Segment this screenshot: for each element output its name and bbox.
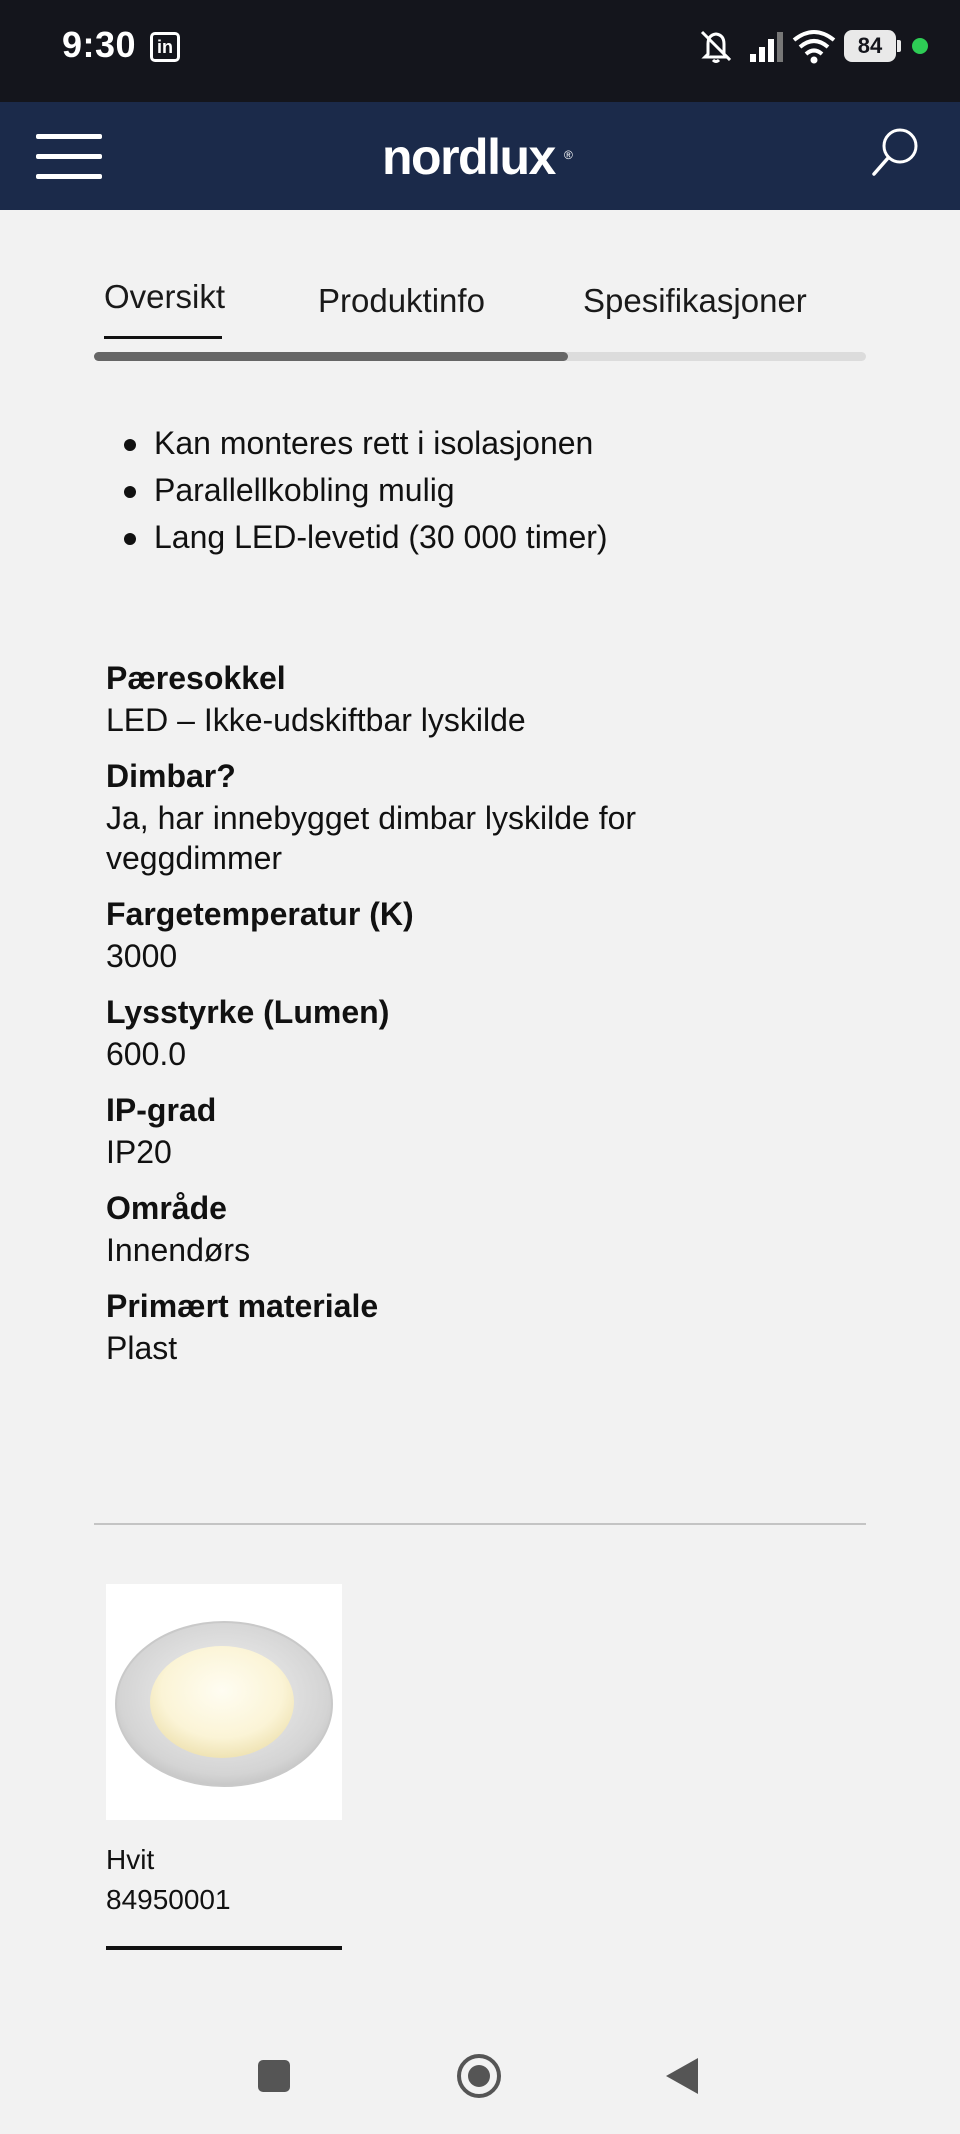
hamburger-menu-icon[interactable] <box>36 132 102 182</box>
battery-tip <box>897 40 901 52</box>
product-image[interactable] <box>106 1584 342 1820</box>
list-item: Kan monteres rett i isolasjonen <box>124 420 884 467</box>
spec-value: 3000 <box>106 938 178 974</box>
logo-registered-mark: ® <box>564 148 573 162</box>
downlight-image <box>115 1621 333 1787</box>
section-divider <box>94 1523 866 1525</box>
spec-item: Pæresokkel LED – Ikke-udskiftbar lyskild… <box>106 656 866 740</box>
spec-value: 600.0 <box>106 1036 187 1072</box>
spec-label: Primært materiale <box>106 1288 379 1324</box>
spec-item: Primært materiale Plast <box>106 1284 866 1368</box>
back-icon[interactable] <box>664 2056 700 2096</box>
spec-value: LED – Ikke-udskiftbar lyskilde <box>106 702 526 738</box>
list-item: Parallellkobling mulig <box>124 467 884 514</box>
search-icon[interactable] <box>868 124 924 180</box>
recents-icon[interactable] <box>256 2058 292 2094</box>
variant-sku: 84950001 <box>106 1884 231 1915</box>
spec-item: Dimbar? Ja, har innebygget dimbar lyskil… <box>106 754 866 878</box>
tab-oversikt[interactable]: Oversikt <box>104 278 225 316</box>
spec-value: Innendørs <box>106 1232 251 1268</box>
spec-value: Ja, har innebygget dimbar lyskilde for v… <box>106 800 637 876</box>
status-bar: 9:30 in 84 <box>0 0 960 102</box>
variant-card[interactable]: Hvit 84950001 <box>106 1584 342 1950</box>
feature-list: Kan monteres rett i isolasjonen Parallel… <box>124 420 884 561</box>
spec-label: IP-grad <box>106 1092 217 1128</box>
spec-value: IP20 <box>106 1134 172 1170</box>
signal-icon <box>750 32 783 62</box>
spec-label: Fargetemperatur (K) <box>106 896 414 932</box>
tab-scroll-thumb[interactable] <box>94 352 568 361</box>
system-navigation-bar <box>0 2026 960 2134</box>
active-tab-indicator <box>104 336 222 339</box>
spec-item: Område Innendørs <box>106 1186 866 1270</box>
spec-item: Lysstyrke (Lumen) 600.0 <box>106 990 866 1074</box>
linkedin-icon: in <box>150 32 180 62</box>
tab-spesifikasjoner[interactable]: Spesifikasjoner <box>583 282 807 320</box>
mute-icon <box>700 30 732 63</box>
header: nordlux ® <box>0 102 960 210</box>
logo[interactable]: nordlux <box>382 128 556 186</box>
list-item: Lang LED-levetid (30 000 timer) <box>124 514 884 561</box>
spec-label: Område <box>106 1190 227 1226</box>
variant-color: Hvit <box>106 1844 155 1875</box>
home-icon[interactable] <box>455 2052 503 2100</box>
spec-list: Pæresokkel LED – Ikke-udskiftbar lyskild… <box>106 656 866 1382</box>
spec-label: Dimbar? <box>106 758 236 794</box>
tab-produktinfo[interactable]: Produktinfo <box>318 282 485 320</box>
privacy-indicator-dot <box>912 38 928 54</box>
spec-value: Plast <box>106 1330 178 1366</box>
spec-label: Pæresokkel <box>106 660 286 696</box>
tab-bar: Oversikt Produktinfo Spesifikasjoner <box>94 270 866 366</box>
spec-item: IP-grad IP20 <box>106 1088 866 1172</box>
spec-item: Fargetemperatur (K) 3000 <box>106 892 866 976</box>
spec-label: Lysstyrke (Lumen) <box>106 994 390 1030</box>
battery-icon: 84 <box>844 30 896 62</box>
status-time: 9:30 <box>62 24 137 65</box>
selected-variant-indicator <box>106 1946 342 1950</box>
wifi-icon <box>792 30 836 64</box>
